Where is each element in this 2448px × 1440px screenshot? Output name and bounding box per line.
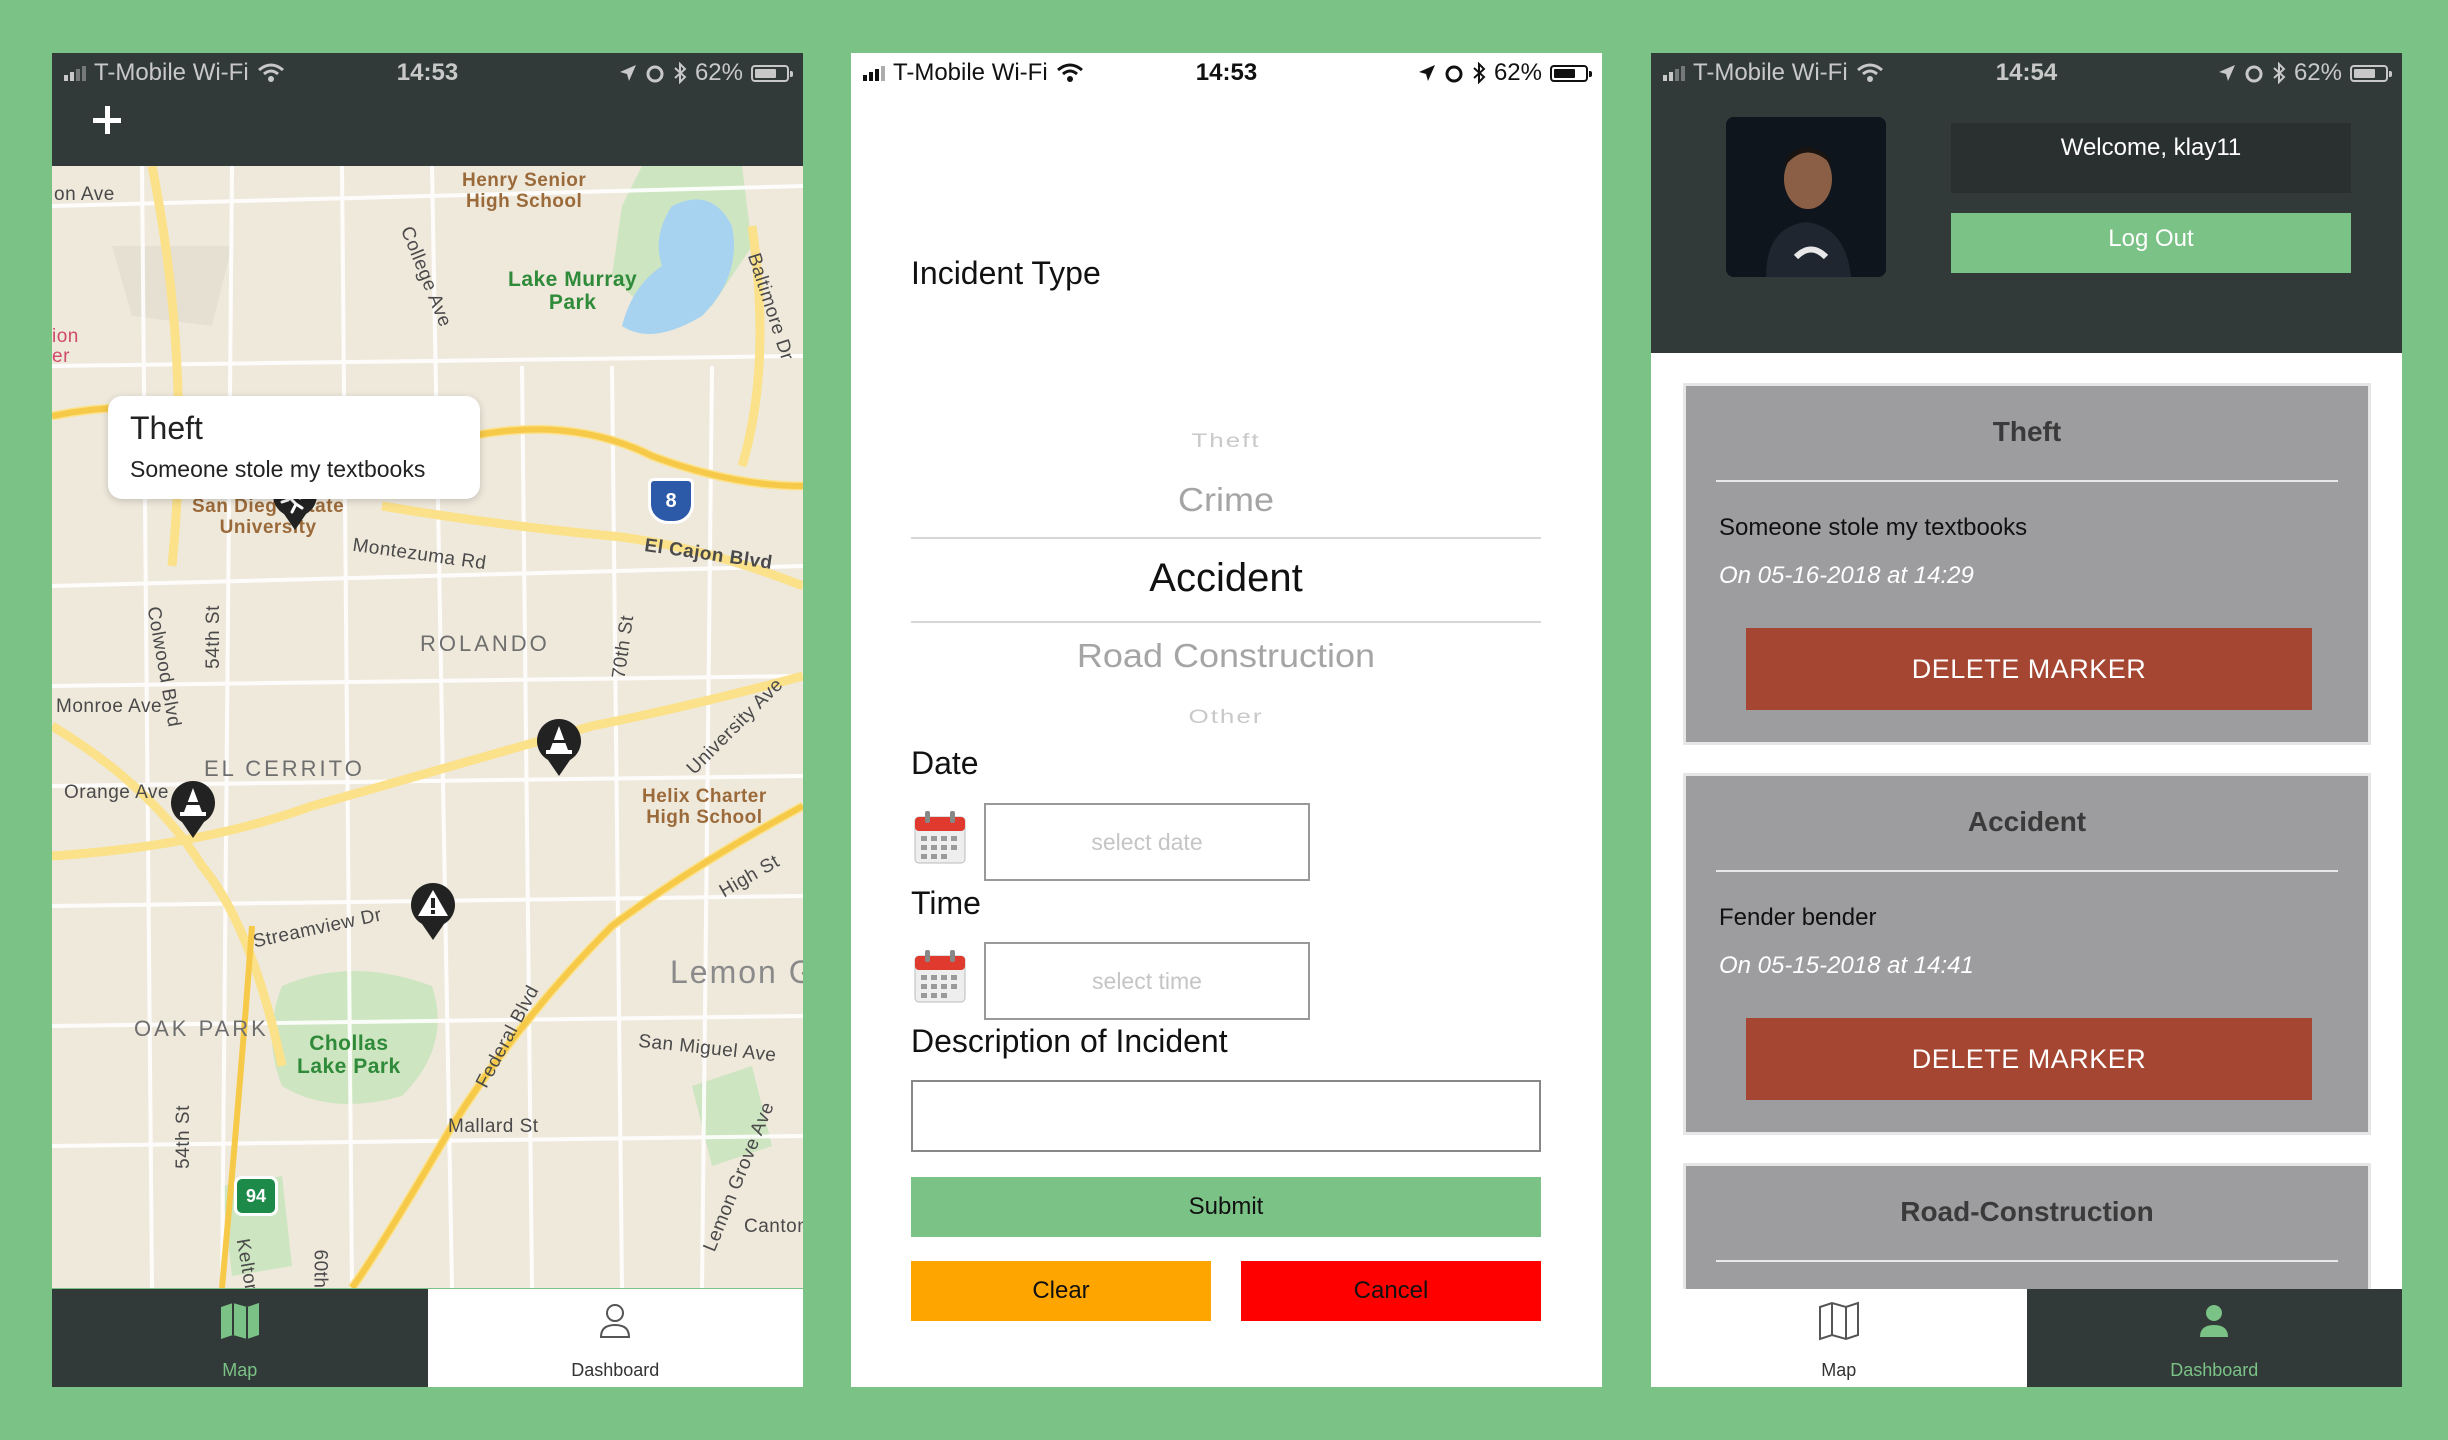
map-label: Mallard St	[448, 1116, 539, 1137]
incident-type-label: Incident Type	[911, 255, 1101, 291]
map-label: Chollas Lake Park	[297, 1032, 401, 1078]
alarm-icon	[646, 65, 664, 83]
add-incident-button[interactable]	[90, 103, 126, 139]
cancel-button[interactable]: Cancel	[1241, 1261, 1541, 1321]
card-title: Theft	[1992, 416, 2062, 447]
traffic-cone-icon	[171, 780, 215, 838]
location-icon	[1418, 65, 1435, 81]
map-label: Canton	[744, 1216, 803, 1237]
map-label: Lemon G	[670, 954, 803, 990]
card-description: Someone stole my textbooks	[1719, 514, 2028, 541]
logout-button[interactable]: Log Out	[1951, 213, 2351, 273]
incident-card: Theft Someone stole my textbooks On 05-1…	[1683, 383, 2371, 745]
map-screen: T-Mobile Wi-Fi 14:53 62% on Ave ion er H…	[52, 53, 803, 1387]
status-bar: T-Mobile Wi-Fi 14:53 62%	[52, 53, 803, 93]
map-label: er	[52, 346, 70, 367]
map-label: Henry Senior High School	[462, 170, 587, 212]
user-icon	[2200, 1305, 2229, 1337]
card-title: Accident	[1967, 806, 2087, 837]
battery-percent: 62%	[694, 59, 743, 86]
calendar-icon[interactable]	[913, 948, 967, 1004]
dashboard-screen: T-Mobile Wi-Fi 14:54 62% Welcome, klay11…	[1651, 53, 2402, 1387]
map-view[interactable]: on Ave ion er Henry Senior High School Co…	[52, 166, 803, 1288]
battery-icon	[751, 64, 793, 82]
tab-bar: Map Dashboard	[1651, 1289, 2402, 1387]
welcome-label: Welcome, klay11	[1951, 123, 2351, 193]
bluetooth-icon	[1473, 62, 1486, 84]
tab-dashboard[interactable]: Dashboard	[427, 1289, 803, 1387]
card-date: On 05-15-2018 at 14:41	[1719, 952, 1974, 979]
tab-label: Map	[222, 1360, 258, 1380]
callout-description: Someone stole my textbooks	[130, 456, 426, 482]
delete-marker-button[interactable]: DELETE MARKER	[1746, 1018, 2312, 1100]
delete-marker-button[interactable]: DELETE MARKER	[1746, 628, 2312, 710]
tab-label: Dashboard	[571, 1360, 660, 1380]
battery-icon	[2350, 64, 2392, 82]
warning-icon	[411, 882, 455, 940]
map-label: Orange Ave	[64, 782, 170, 803]
battery-percent: 62%	[1493, 59, 1542, 86]
map-icon	[220, 1303, 259, 1339]
map-label: 54th St	[172, 1105, 194, 1169]
map-label: ROLANDO	[420, 631, 550, 656]
tab-bar: Map Dashboard	[52, 1289, 803, 1387]
bluetooth-icon	[674, 62, 687, 84]
map-label: on Ave	[54, 184, 115, 205]
incident-form-screen: T-Mobile Wi-Fi 14:53 62% Incident Type T…	[851, 53, 1602, 1387]
map-icon	[1818, 1301, 1859, 1341]
road-construction-marker[interactable]	[168, 780, 218, 840]
submit-button[interactable]: Submit	[911, 1177, 1541, 1237]
map-label: ion	[52, 326, 79, 347]
date-label: Date	[911, 745, 979, 781]
picker-option[interactable]: Theft	[911, 429, 1541, 452]
incident-type-picker[interactable]: Theft Crime Accident Road Construction O…	[911, 353, 1541, 743]
description-input[interactable]	[911, 1080, 1541, 1152]
accident-marker[interactable]	[408, 882, 458, 942]
card-title: Road-Construction	[1900, 1196, 2154, 1227]
time-label: Time	[911, 885, 981, 921]
clear-button[interactable]: Clear	[911, 1261, 1211, 1321]
tab-label: Map	[1821, 1360, 1857, 1380]
alarm-icon	[1445, 65, 1463, 83]
location-icon	[619, 65, 636, 81]
incident-card: Accident Fender bender On 05-15-2018 at …	[1683, 773, 2371, 1135]
interstate-shield: 8	[648, 478, 694, 524]
map-label: OAK PARK	[134, 1016, 269, 1041]
card-description: Fender bender	[1719, 904, 1877, 931]
status-bar: T-Mobile Wi-Fi 14:54 62%	[1651, 53, 2402, 93]
tab-dashboard[interactable]: Dashboard	[2026, 1289, 2402, 1387]
marker-callout[interactable]: Theft Someone stole my textbooks	[108, 396, 480, 499]
battery-percent: 62%	[2293, 59, 2342, 86]
map-label: EL CERRITO	[204, 756, 365, 781]
map-label: 60th	[309, 1249, 331, 1288]
battery-icon	[1550, 64, 1592, 82]
picker-option[interactable]: Road Construction	[911, 637, 1541, 676]
map-label: Monroe Ave	[56, 696, 163, 717]
calendar-icon[interactable]	[913, 809, 967, 865]
traffic-cone-icon	[537, 718, 581, 776]
route-shield: 94	[234, 1176, 278, 1216]
date-input[interactable]: select date	[984, 803, 1310, 881]
tab-label: Dashboard	[2170, 1360, 2259, 1380]
map-label: San Diego State University	[192, 496, 345, 538]
alarm-icon	[2245, 65, 2263, 83]
callout-title: Theft	[130, 410, 203, 446]
tab-map[interactable]: Map	[1651, 1289, 2027, 1387]
location-icon	[2218, 65, 2235, 81]
description-label: Description of Incident	[911, 1023, 1228, 1059]
user-icon	[600, 1304, 631, 1338]
tab-map[interactable]: Map	[52, 1289, 428, 1387]
picker-option-selected[interactable]: Accident	[911, 556, 1541, 601]
time-input[interactable]: select time	[984, 942, 1310, 1020]
map-label: 54th St	[202, 605, 224, 669]
map-label: Helix Charter High School	[642, 786, 767, 828]
road-construction-marker[interactable]	[534, 718, 584, 778]
avatar	[1726, 117, 1886, 277]
card-date: On 05-16-2018 at 14:29	[1719, 562, 1974, 589]
status-bar: T-Mobile Wi-Fi 14:53 62%	[851, 53, 1602, 93]
bluetooth-icon	[2273, 62, 2286, 84]
map-label: Lake Murray Park	[508, 268, 638, 314]
picker-option[interactable]: Other	[911, 705, 1541, 728]
picker-option[interactable]: Crime	[911, 481, 1541, 520]
